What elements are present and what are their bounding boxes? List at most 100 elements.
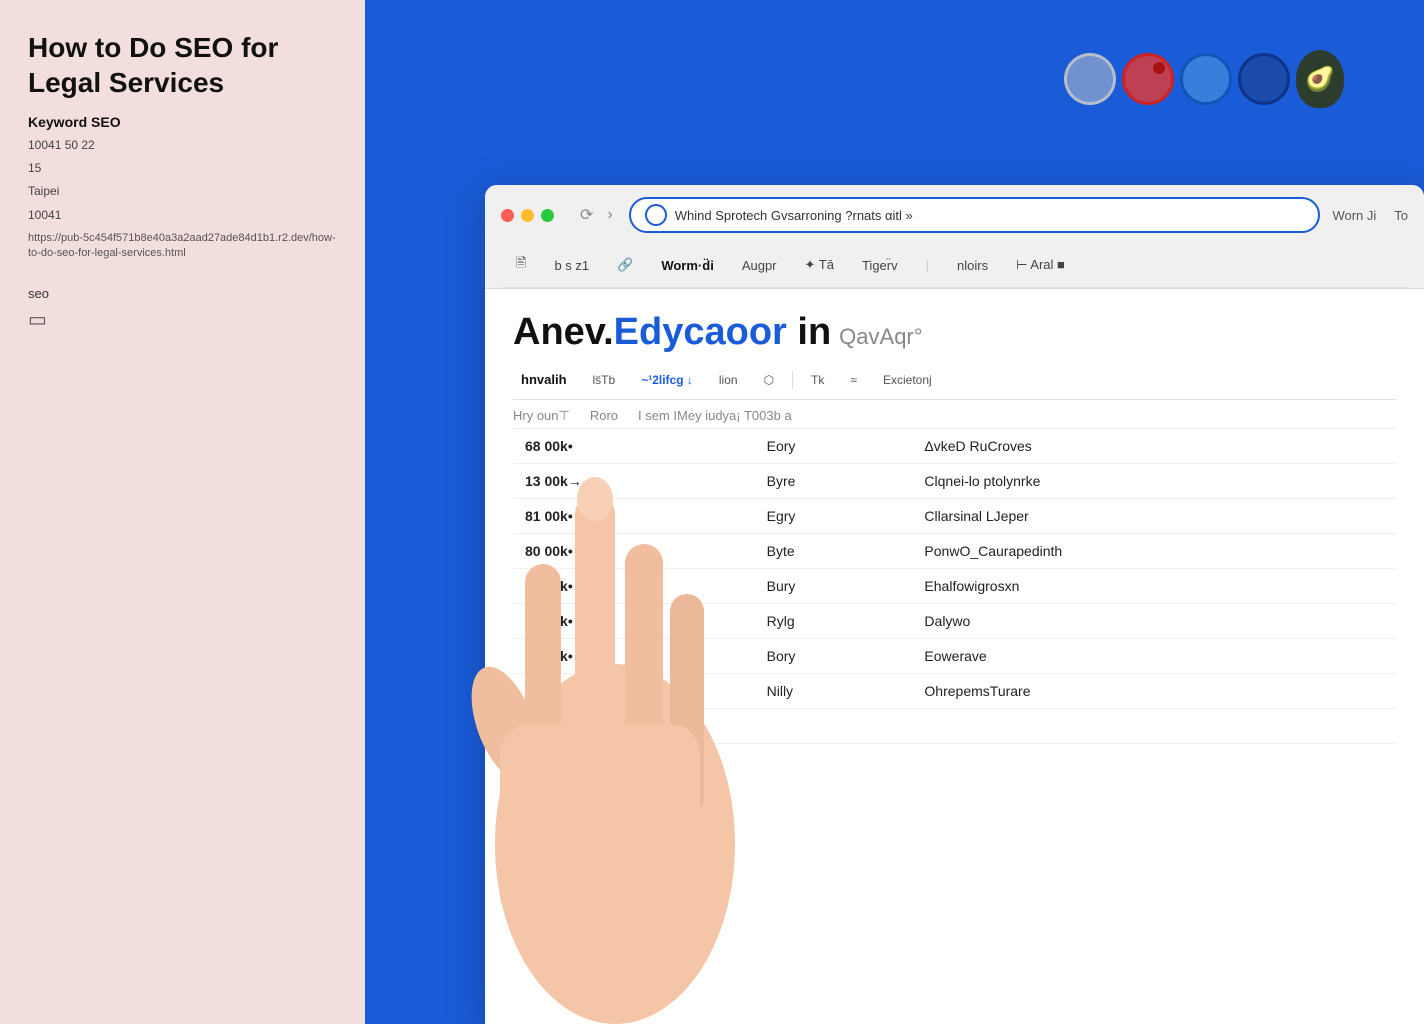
cell-keyword bbox=[912, 709, 1396, 744]
traffic-lights bbox=[501, 209, 554, 222]
sub-header-3: I sem IMey iudya¡ T003b a bbox=[638, 408, 792, 424]
toolbar-nloirs[interactable]: nloirs bbox=[952, 255, 993, 276]
cell-diff: Egry bbox=[755, 499, 913, 534]
address-bar[interactable]: Whind Sprotech Gvsarroning ?rnats αitl » bbox=[629, 197, 1321, 233]
cell-keyword: Clqnei-lo ptolynrke bbox=[912, 464, 1396, 499]
heading-part1: Anev. bbox=[513, 311, 614, 353]
table-header-row: hnvalih ls̈Tb ~¹2lifcg ↓ lion ⬡ Tk ≈ Exc… bbox=[513, 360, 1396, 400]
th-lstb[interactable]: ls̈Tb bbox=[585, 369, 624, 391]
sidebar-tag: seo bbox=[28, 286, 337, 301]
cell-keyword: OhrepemsTurare bbox=[912, 674, 1396, 709]
browser-nav-items: Worn Ji To bbox=[1332, 208, 1408, 223]
content-heading: Anev.Edycaoor in bbox=[513, 311, 831, 354]
content-subtitle: QavAqr° bbox=[839, 324, 922, 350]
cell-diff: Eory bbox=[755, 429, 913, 464]
meta-line1: 10041 50 22 bbox=[28, 136, 337, 155]
cortana-circle-1 bbox=[1064, 53, 1116, 105]
toolbar-aral[interactable]: ⊢ Aral ■ bbox=[1011, 254, 1070, 276]
th-tk[interactable]: Tk bbox=[803, 369, 832, 391]
cell-diff: Bory bbox=[755, 639, 913, 674]
table-row: 8F 00k• bbox=[513, 709, 1396, 744]
cell-volume: 68 00k• bbox=[513, 429, 755, 464]
nav-item-to[interactable]: To bbox=[1394, 208, 1408, 223]
browser-circle-icon bbox=[645, 204, 667, 226]
back-icon[interactable]: ⟳ bbox=[576, 203, 597, 227]
meta-city: Taipei bbox=[28, 182, 337, 201]
cell-volume: 13 00k→ bbox=[513, 464, 755, 499]
th-approx[interactable]: ≈ bbox=[842, 369, 865, 391]
cell-diff: Bury bbox=[755, 569, 913, 604]
th-hex[interactable]: ⬡ bbox=[756, 369, 782, 391]
cell-diff: Rylg bbox=[755, 604, 913, 639]
toolbar-worm[interactable]: Worm·d̈i bbox=[656, 255, 718, 276]
cell-volume: 80 00k• bbox=[513, 534, 755, 569]
sub-header-1: Hry oun⊤ bbox=[513, 408, 570, 424]
keyword-label: Keyword SEO bbox=[28, 114, 337, 130]
cell-keyword: Cllarsinal LJeper bbox=[912, 499, 1396, 534]
browser-window: ⟳ › Whind Sprotech Gvsarroning ?rnats αi… bbox=[485, 185, 1424, 1024]
toolbar-bsz[interactable]: b s z1 bbox=[549, 255, 594, 276]
cell-diff bbox=[755, 709, 913, 744]
toolbar-sep: | bbox=[921, 255, 934, 276]
browser-chrome: ⟳ › Whind Sprotech Gvsarroning ?rnats αi… bbox=[485, 185, 1424, 289]
nav-buttons: ⟳ › bbox=[576, 203, 617, 227]
th-excietonj[interactable]: Excietonj bbox=[875, 369, 940, 391]
table-row: 62 00k• Bury Ehalfowigrosxn bbox=[513, 569, 1396, 604]
main-area: 🥑 ⟳ › Whind Sprote bbox=[365, 0, 1424, 1024]
sidebar-url: https://pub-5c454f571b8e40a3a2aad27ade84… bbox=[28, 231, 337, 262]
toolbar-ta[interactable]: ✦ Tā bbox=[800, 254, 839, 276]
traffic-light-red[interactable] bbox=[501, 209, 514, 222]
traffic-light-yellow[interactable] bbox=[521, 209, 534, 222]
heading-part2: Edycaoor bbox=[614, 311, 787, 353]
sub-header-2: Roro bbox=[590, 408, 618, 424]
cell-keyword: Ehalfowigrosxn bbox=[912, 569, 1396, 604]
cell-volume: 17 00k• bbox=[513, 604, 755, 639]
cortana-circle-3 bbox=[1180, 53, 1232, 105]
cell-volume: 81 00k• bbox=[513, 499, 755, 534]
toolbar-tigerv[interactable]: Tiger̈v bbox=[857, 255, 903, 276]
cell-diff: Nilly bbox=[755, 674, 913, 709]
cortana-circle-4 bbox=[1238, 53, 1290, 105]
cell-volume: 32 00k• bbox=[513, 639, 755, 674]
table-row: 81 00k• Egry Cllarsinal LJeper bbox=[513, 499, 1396, 534]
th-lion[interactable]: lion bbox=[711, 369, 746, 391]
cell-keyword: PonwO_Caurapedinth bbox=[912, 534, 1396, 569]
cell-volume: 8F 00k• bbox=[513, 709, 755, 744]
th-filter[interactable]: ~¹2lifcg ↓ bbox=[633, 369, 701, 391]
heading-part3: in bbox=[787, 311, 831, 353]
toolbar-row: 🖹 b s z1 🔗 Worm·d̈i Augpr ✦ Tā Tiger̈v |… bbox=[501, 243, 1408, 288]
sidebar-icon: ▭ bbox=[28, 307, 337, 332]
traffic-light-green[interactable] bbox=[541, 209, 554, 222]
avocado-icon: 🥑 bbox=[1296, 50, 1344, 108]
sidebar: How to Do SEO for Legal Services Keyword… bbox=[0, 0, 365, 1024]
cell-keyword: ΔvkeD RuCroves bbox=[912, 429, 1396, 464]
forward-icon[interactable]: › bbox=[603, 204, 616, 226]
table-row: 17 00k• Rylg Dalywo bbox=[513, 604, 1396, 639]
top-icons-area: 🥑 bbox=[1064, 50, 1344, 108]
meta-zip: 10041 bbox=[28, 206, 337, 225]
meta-line2: 15 bbox=[28, 159, 337, 178]
toolbar-cp[interactable]: 🖹 bbox=[511, 251, 531, 279]
address-text: Whind Sprotech Gvsarroning ?rnats αitl » bbox=[675, 208, 1305, 223]
cell-volume: 62 00k• bbox=[513, 569, 755, 604]
cortana-circle-2 bbox=[1122, 53, 1174, 105]
data-table: 68 00k• Eory ΔvkeD RuCroves 13 00k→ Byre… bbox=[513, 429, 1396, 744]
browser-content: Anev.Edycaoor in QavAqr° hnvalih ls̈Tb ~… bbox=[485, 289, 1424, 1024]
browser-top-bar: ⟳ › Whind Sprotech Gvsarroning ?rnats αi… bbox=[501, 185, 1408, 243]
cell-volume: S0 00k• bbox=[513, 674, 755, 709]
nav-item-worm[interactable]: Worn Ji bbox=[1332, 208, 1376, 223]
toolbar-link[interactable]: 🔗 bbox=[612, 254, 638, 276]
cell-keyword: Dalywo bbox=[912, 604, 1396, 639]
cell-keyword: Eowerave bbox=[912, 639, 1396, 674]
th-hnvalih[interactable]: hnvalih bbox=[513, 368, 575, 391]
table-row: S0 00k• Nilly OhrepemsTurare bbox=[513, 674, 1396, 709]
table-row: 80 00k• Byte PonwO_Caurapedinth bbox=[513, 534, 1396, 569]
cell-diff: Byre bbox=[755, 464, 913, 499]
table-row: 13 00k→ Byre Clqnei-lo ptolynrke bbox=[513, 464, 1396, 499]
table-row: 32 00k• Bory Eowerave bbox=[513, 639, 1396, 674]
toolbar-augpr[interactable]: Augpr bbox=[737, 255, 782, 276]
th-separator bbox=[792, 371, 793, 389]
cell-diff: Byte bbox=[755, 534, 913, 569]
table-row: 68 00k• Eory ΔvkeD RuCroves bbox=[513, 429, 1396, 464]
page-title: How to Do SEO for Legal Services bbox=[28, 30, 337, 100]
